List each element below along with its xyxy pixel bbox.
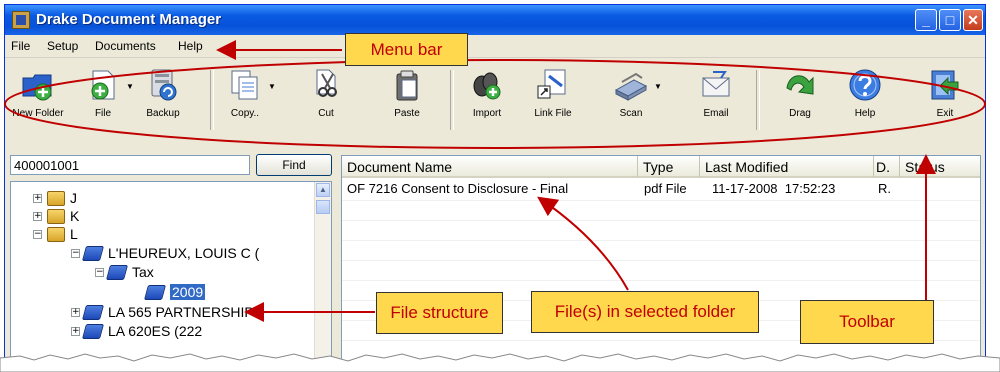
torn-edge bbox=[0, 353, 1000, 372]
annotation-menu-bar: Menu bar bbox=[345, 33, 468, 66]
annotation-toolbar: Toolbar bbox=[800, 300, 934, 344]
toolbar-highlight-ellipse bbox=[4, 59, 986, 149]
files-in-folder-arrow bbox=[537, 196, 629, 291]
annotation-file-structure: File structure bbox=[376, 292, 503, 334]
annotation-files-in-folder: File(s) in selected folder bbox=[531, 291, 759, 333]
